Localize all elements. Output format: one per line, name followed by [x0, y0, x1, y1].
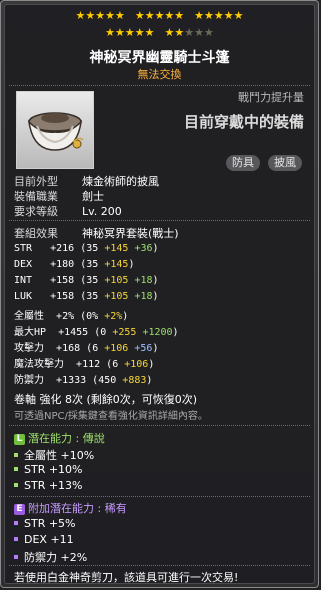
- bullet-icon: [14, 555, 18, 559]
- info-job: 裝備職業 劍士: [14, 190, 104, 203]
- cape-icon: [27, 112, 84, 151]
- divider: [9, 496, 310, 498]
- bullet-icon: [14, 467, 18, 471]
- stat-attack: 攻擊力 +168 (6 +106 +56): [14, 343, 159, 354]
- potential-line: STR +13%: [14, 479, 83, 492]
- bullet-icon: [14, 483, 18, 487]
- footer-note: 若使用白金神奇剪刀，該道具可進行一次交易!: [14, 571, 239, 584]
- item-tooltip: ★★★★★ ★★★★★ ★★★★★ ★★★★★ ★★★★★ 神秘冥界幽靈騎士斗篷 無法…: [0, 0, 319, 588]
- star-group: ★★★★★: [164, 26, 214, 39]
- epic-badge-icon: E: [14, 504, 25, 515]
- stat-max-hp: 最大HP +1455 (0 +255 +1200): [14, 327, 179, 338]
- starforce-row-2: ★★★★★ ★★★★★: [1, 27, 318, 39]
- star-group: ★★★★★: [75, 9, 125, 22]
- divider: [9, 85, 310, 87]
- bullet-icon: [14, 537, 18, 541]
- additional-line: STR +5%: [14, 517, 76, 530]
- divider: [9, 220, 310, 222]
- starforce-row-1: ★★★★★ ★★★★★ ★★★★★: [1, 10, 318, 22]
- equipped-label: 目前穿戴中的裝備: [183, 113, 304, 131]
- divider: [9, 565, 310, 567]
- power-increase-label: 戰鬥力提升量: [238, 91, 304, 104]
- set-effect: 套組效果 神秘冥界套裝(戰士): [14, 227, 179, 240]
- subcategory-tag: 披風: [268, 155, 302, 171]
- additional-line: DEX +11: [14, 533, 74, 546]
- category-tag: 防具: [226, 155, 260, 171]
- potential-line: STR +10%: [14, 463, 83, 476]
- stat-all: 全屬性 +2% (0% +2%): [14, 311, 129, 322]
- item-icon-frame: [16, 91, 94, 169]
- legendary-badge-icon: L: [14, 434, 25, 445]
- star-group: ★★★★★: [105, 26, 155, 39]
- divider: [9, 425, 310, 427]
- potential-line: 全屬性 +10%: [14, 447, 94, 463]
- additional-potential-header: E 附加潛在能力 : 稀有: [14, 500, 127, 516]
- enhance-note: 可透過NPC/採集鍵查看強化資訊詳細內容。: [14, 411, 208, 422]
- additional-line: 防禦力 +2%: [14, 549, 87, 565]
- bullet-icon: [14, 521, 18, 525]
- stat-luk: LUK +158 (35 +105 +18): [14, 291, 159, 302]
- star-group: ★★★★★: [134, 9, 185, 22]
- item-name: 神秘冥界幽靈騎士斗篷: [89, 50, 230, 66]
- stat-magic-attack: 魔法攻擊力 +112 (6 +106): [14, 359, 155, 370]
- stat-dex: DEX +180 (35 +145): [14, 259, 135, 270]
- trade-status: 無法交換: [137, 68, 182, 81]
- bullet-icon: [14, 453, 18, 457]
- info-appearance: 目前外型 煉金術師的披風: [14, 175, 159, 188]
- info-level: 要求等級 Lv. 200: [14, 205, 122, 218]
- stat-defense: 防禦力 +1333 (450 +883): [14, 375, 153, 386]
- star-group: ★★★★★: [194, 9, 244, 22]
- scroll-upgrades: 卷軸 強化 8次 (剩餘0次，可恢復0次): [14, 393, 198, 406]
- potential-header: L 潛在能力 : 傳說: [14, 430, 105, 446]
- stat-str: STR +216 (35 +145 +36): [14, 243, 159, 254]
- stat-int: INT +158 (35 +105 +18): [14, 275, 159, 286]
